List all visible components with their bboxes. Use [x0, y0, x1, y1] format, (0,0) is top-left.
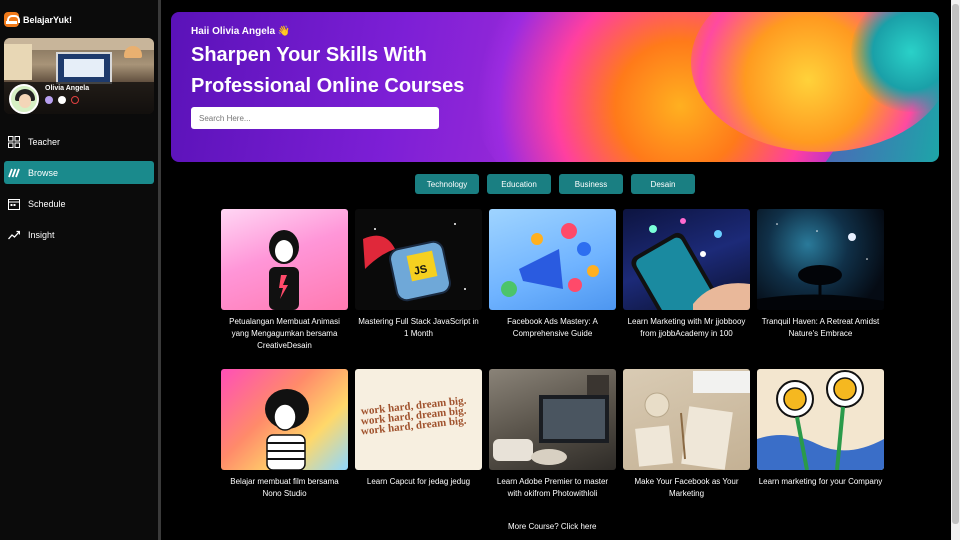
course-thumbnail — [221, 209, 348, 310]
course-title: Make Your Facebook as Your Marketing — [634, 477, 739, 498]
course-card[interactable]: Belajar membuat film bersama Nono Studio — [221, 369, 348, 529]
course-title: Mastering Full Stack JavaScript in 1 Mon… — [358, 317, 479, 338]
profile-card: Olivia Angela — [4, 38, 154, 114]
scrollbar-thumb[interactable] — [952, 4, 959, 524]
course-thumbnail: JS — [355, 209, 482, 310]
more-courses-link[interactable]: More Course? Click here — [508, 522, 596, 531]
logout-icon[interactable] — [71, 96, 79, 104]
calendar-icon — [8, 198, 20, 210]
sidebar-divider — [158, 0, 161, 540]
profile-banner-window — [4, 44, 32, 80]
category-technology[interactable]: Technology — [415, 174, 479, 194]
course-title: Learn Adobe Premier to master with okifr… — [496, 477, 609, 498]
course-card[interactable]: Learn Marketing with Mr jjobbooy from jj… — [623, 209, 750, 369]
course-card[interactable]: Make Your Facebook as Your Marketing — [623, 369, 750, 529]
category-business[interactable]: Business — [559, 174, 623, 194]
app-root: BelajarYuk! Olivia Angela Teacher Browse… — [0, 0, 960, 540]
github-icon[interactable] — [58, 96, 66, 104]
course-card[interactable]: Learn marketing for your Company — [757, 369, 884, 529]
course-title: Tranquil Haven: A Retreat Amidst Nature'… — [761, 317, 880, 338]
course-title: Learn marketing for your Company — [758, 477, 883, 486]
browse-icon — [8, 168, 20, 177]
course-title: Learn Marketing with Mr jjobbooy from jj… — [627, 317, 746, 338]
course-card[interactable]: JS Mastering Full Stack JavaScript in 1 … — [355, 209, 482, 369]
course-card[interactable]: Tranquil Haven: A Retreat Amidst Nature'… — [757, 209, 884, 369]
nav-item-schedule[interactable]: Schedule — [4, 192, 154, 215]
nav-label-insight: Insight — [28, 229, 55, 240]
category-desain[interactable]: Desain — [631, 174, 695, 194]
profile-name: Olivia Angela — [45, 85, 90, 92]
course-card[interactable]: Facebook Ads Mastery: A Comprehensive Gu… — [489, 209, 616, 369]
avatar[interactable] — [9, 84, 39, 114]
profile-banner-monitor — [56, 52, 112, 84]
app-name: BelajarYuk! — [23, 14, 73, 25]
course-thumbnail — [757, 369, 884, 470]
nav-item-browse[interactable]: Browse — [4, 161, 154, 184]
course-card[interactable]: work hard, dream big. work hard, dream b… — [355, 369, 482, 529]
hero-banner: Haii Olivia Angela 👋 Sharpen Your Skills… — [171, 12, 939, 162]
nav-label-schedule: Schedule — [28, 198, 66, 209]
course-thumbnail — [489, 369, 616, 470]
course-thumbnail — [489, 209, 616, 310]
course-grid: Petualangan Membuat Animasi yang Mengagu… — [221, 209, 884, 529]
profile-actions — [45, 96, 79, 104]
sidebar: BelajarYuk! Olivia Angela Teacher Browse… — [0, 0, 158, 540]
logo-icon — [4, 12, 20, 27]
course-title: Belajar membuat film bersama Nono Studio — [230, 477, 339, 498]
course-thumbnail — [623, 209, 750, 310]
app-logo[interactable]: BelajarYuk! — [4, 12, 72, 27]
nav-item-insight[interactable]: Insight — [4, 223, 154, 246]
course-card[interactable]: Learn Adobe Premier to master with okifr… — [489, 369, 616, 529]
course-thumbnail: work hard, dream big. work hard, dream b… — [355, 369, 482, 470]
dark-mode-icon[interactable] — [45, 96, 53, 104]
hero-greeting: Haii Olivia Angela 👋 — [191, 26, 291, 37]
profile-banner-lamp — [124, 46, 142, 58]
course-title: Petualangan Membuat Animasi yang Mengagu… — [229, 317, 340, 350]
course-thumbnail — [221, 369, 348, 470]
category-education[interactable]: Education — [487, 174, 551, 194]
course-card[interactable]: Petualangan Membuat Animasi yang Mengagu… — [221, 209, 348, 369]
nav-label-teacher: Teacher — [28, 136, 61, 147]
scrollbar[interactable] — [951, 0, 960, 540]
nav-label-browse: Browse — [28, 167, 59, 178]
nav-item-teacher[interactable]: Teacher — [4, 130, 154, 153]
course-title: Learn Capcut for jedag jedug — [366, 477, 471, 486]
course-title: Facebook Ads Mastery: A Comprehensive Gu… — [507, 317, 598, 338]
hero-title: Sharpen Your Skills With Professional On… — [191, 44, 465, 97]
trend-chart-icon — [8, 230, 20, 239]
category-filters: Technology Education Business Desain — [415, 174, 695, 194]
search-input[interactable] — [191, 107, 439, 129]
course-thumbnail — [757, 209, 884, 310]
course-thumbnail — [623, 369, 750, 470]
dashboard-grid-icon — [8, 135, 20, 148]
